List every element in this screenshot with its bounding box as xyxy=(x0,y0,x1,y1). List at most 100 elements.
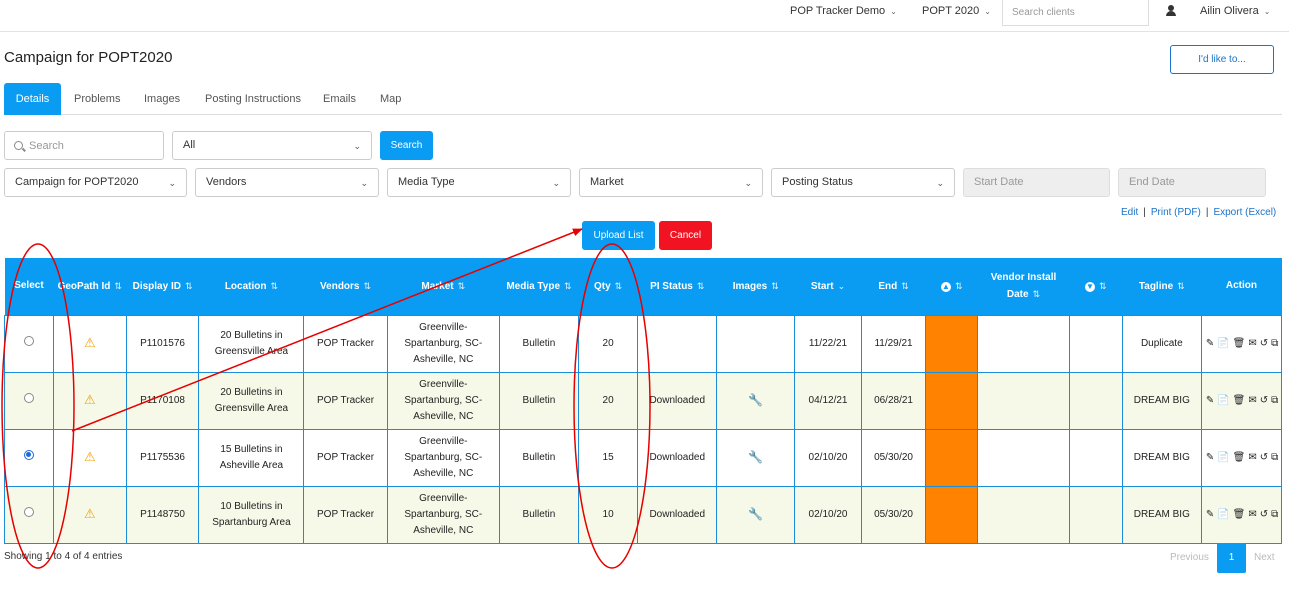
wrench-icon[interactable]: 🔧 xyxy=(748,450,763,464)
edit-icon[interactable]: ✎ xyxy=(1206,509,1215,520)
email-icon[interactable]: ✉ xyxy=(1248,395,1257,406)
edit-link[interactable]: Edit xyxy=(1121,207,1138,218)
header-start[interactable]: Start ⌄ xyxy=(794,258,862,315)
tab-problems[interactable]: Problems xyxy=(74,83,120,115)
market-select[interactable]: Market ⌄ xyxy=(579,168,763,197)
document-icon[interactable]: 📄 xyxy=(1217,395,1230,406)
id-like-to-button[interactable]: I'd like to... xyxy=(1170,45,1274,74)
sort-icon: ⇅ xyxy=(1098,280,1107,291)
search-button[interactable]: Search xyxy=(380,131,433,160)
print-pdf-link[interactable]: Print (PDF) xyxy=(1151,207,1201,218)
history-icon[interactable]: ↺ xyxy=(1260,395,1269,406)
header-qty[interactable]: Qty ⇅ xyxy=(578,258,638,315)
status-select[interactable]: All ⌄ xyxy=(172,131,372,160)
header-status-down[interactable]: ▼ ⇅ xyxy=(1069,258,1123,315)
vendors-select[interactable]: Vendors ⌄ xyxy=(195,168,379,197)
campaign-dropdown[interactable]: POPT 2020 ⌄ xyxy=(922,5,991,17)
client-search-input[interactable] xyxy=(1002,0,1149,26)
end-date-field[interactable]: End Date xyxy=(1118,168,1266,197)
warning-icon: ⚠ xyxy=(83,505,96,521)
row-select-radio[interactable] xyxy=(23,392,34,403)
trash-icon[interactable]: 🗑 xyxy=(1233,338,1247,349)
sort-icon: ⇅ xyxy=(771,280,779,291)
header-status-up[interactable]: ▲ ⇅ xyxy=(925,258,978,315)
copy-icon[interactable]: ⧉ xyxy=(1271,452,1279,463)
edit-icon[interactable]: ✎ xyxy=(1206,338,1215,349)
campaign-select[interactable]: Campaign for POPT2020 ⌄ xyxy=(4,168,187,197)
start-date-field[interactable]: Start Date xyxy=(963,168,1110,197)
action-cell: ✎ 📄 🗑 ✉ ↺ ⧉ xyxy=(1200,428,1283,487)
edit-icon[interactable]: ✎ xyxy=(1206,395,1215,406)
header-end[interactable]: End ⇅ xyxy=(861,258,926,315)
row-select-radio[interactable] xyxy=(23,506,34,517)
trash-icon[interactable]: 🗑 xyxy=(1233,452,1247,463)
table-header-row: Select GeoPath Id ⇅ Display ID ⇅ Location ⇅… xyxy=(4,258,1282,315)
sort-icon: ⇅ xyxy=(114,280,122,291)
chevron-down-icon: ⌄ xyxy=(168,178,176,188)
header-vendors[interactable]: Vendors ⇅ xyxy=(303,258,388,315)
header-images[interactable]: Images ⇅ xyxy=(716,258,795,315)
page-1-button[interactable]: 1 xyxy=(1217,543,1246,573)
header-pi-status[interactable]: PI Status ⇅ xyxy=(637,258,717,315)
search-field[interactable] xyxy=(4,131,164,160)
display-id-cell: P1101576 xyxy=(125,314,200,373)
copy-icon[interactable]: ⧉ xyxy=(1271,395,1279,406)
history-icon[interactable]: ↺ xyxy=(1260,452,1269,463)
history-icon[interactable]: ↺ xyxy=(1260,338,1269,349)
tab-details[interactable]: Details xyxy=(4,83,61,115)
warning-icon: ⚠ xyxy=(83,391,96,407)
posting-status-select[interactable]: Posting Status ⌄ xyxy=(771,168,955,197)
header-geopath-id[interactable]: GeoPath Id ⇅ xyxy=(53,258,127,315)
email-icon[interactable]: ✉ xyxy=(1248,509,1257,520)
start-cell: 02/10/20 xyxy=(794,485,862,544)
header-vendor-install-date[interactable]: Vendor Install Date ⇅ xyxy=(977,258,1070,315)
tab-images[interactable]: Images xyxy=(144,83,180,115)
end-cell: 11/29/21 xyxy=(860,314,927,373)
email-icon[interactable]: ✉ xyxy=(1248,452,1257,463)
demo-dropdown[interactable]: POP Tracker Demo ⌄ xyxy=(790,5,897,17)
sort-icon: ⇅ xyxy=(564,280,572,291)
media-type-select[interactable]: Media Type ⌄ xyxy=(387,168,571,197)
email-icon[interactable]: ✉ xyxy=(1248,338,1257,349)
vendor-cell: POP Tracker xyxy=(303,428,388,487)
previous-page-button[interactable]: Previous xyxy=(1170,543,1209,573)
header-action: Action xyxy=(1201,258,1282,315)
header-location[interactable]: Location ⇅ xyxy=(198,258,304,315)
copy-icon[interactable]: ⧉ xyxy=(1271,509,1279,520)
user-menu[interactable]: Ailin Olivera ⌄ xyxy=(1200,5,1270,17)
chevron-down-icon: ⌄ xyxy=(353,141,361,151)
vendor-cell: POP Tracker xyxy=(303,485,388,544)
header-display-id[interactable]: Display ID ⇅ xyxy=(126,258,199,315)
tab-emails[interactable]: Emails xyxy=(323,83,356,115)
cancel-button[interactable]: Cancel xyxy=(659,221,712,250)
media-type-cell: Bulletin xyxy=(498,314,579,373)
table-row: ⚠ P1175536 15 Bulletins in Asheville Area P… xyxy=(4,428,1283,487)
next-page-button[interactable]: Next xyxy=(1254,543,1275,573)
header-tagline[interactable]: Tagline ⇅ xyxy=(1122,258,1202,315)
header-market[interactable]: Market ⇅ xyxy=(387,258,500,315)
wrench-icon[interactable]: 🔧 xyxy=(748,507,763,521)
status-down-cell xyxy=(1068,371,1123,430)
edit-icon[interactable]: ✎ xyxy=(1206,452,1215,463)
document-icon[interactable]: 📄 xyxy=(1217,509,1230,520)
header-media-type[interactable]: Media Type ⇅ xyxy=(499,258,579,315)
tab-bar: Details Problems Images Posting Instruct… xyxy=(4,83,1282,115)
trash-icon[interactable]: 🗑 xyxy=(1233,395,1247,406)
wrench-icon[interactable]: 🔧 xyxy=(748,393,763,407)
row-select-radio[interactable] xyxy=(23,449,34,460)
document-icon[interactable]: 📄 xyxy=(1217,452,1230,463)
images-cell: 🔧 xyxy=(716,485,796,544)
export-excel-link[interactable]: Export (Excel) xyxy=(1213,207,1276,218)
display-id-cell: P1175536 xyxy=(125,428,200,487)
row-select-radio[interactable] xyxy=(23,335,34,346)
tab-map[interactable]: Map xyxy=(380,83,401,115)
copy-icon[interactable]: ⧉ xyxy=(1271,338,1279,349)
warning-icon: ⚠ xyxy=(83,448,96,464)
trash-icon[interactable]: 🗑 xyxy=(1233,509,1247,520)
search-input[interactable] xyxy=(29,137,159,155)
tab-posting-instructions[interactable]: Posting Instructions xyxy=(205,83,301,115)
document-icon[interactable]: 📄 xyxy=(1217,338,1230,349)
history-icon[interactable]: ↺ xyxy=(1260,509,1269,520)
upload-list-button[interactable]: Upload List xyxy=(582,221,655,250)
market-cell: Greenville-Spartanburg, SC-Asheville, NC xyxy=(386,371,500,430)
